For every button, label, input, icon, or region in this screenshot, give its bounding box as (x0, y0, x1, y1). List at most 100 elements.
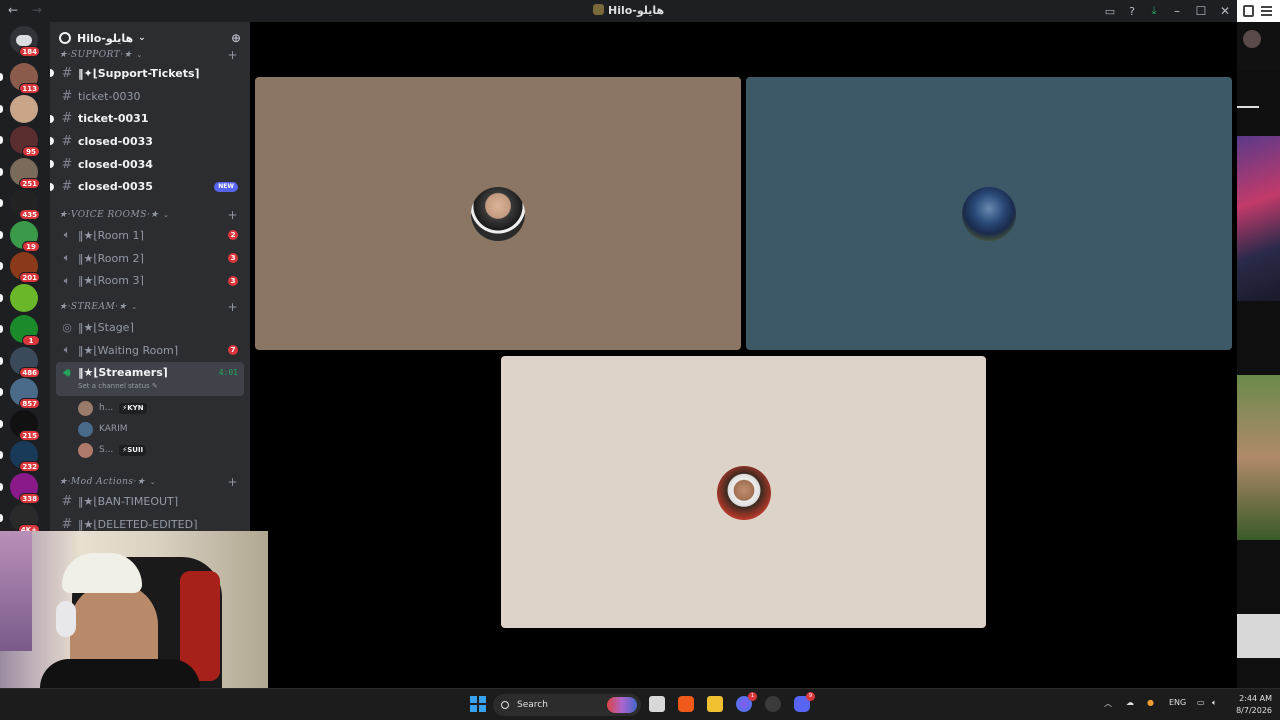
channel-stage[interactable]: ◎ ‖★⌊Stage⌉ (56, 316, 244, 339)
server-icon[interactable] (0, 283, 38, 312)
server-icon[interactable]: 857 (0, 378, 40, 409)
create-channel-icon[interactable]: + (227, 475, 238, 489)
inbox-icon[interactable]: ▭ (1099, 5, 1121, 18)
voice-user[interactable]: h... ⚡KYN (78, 398, 250, 419)
file-explorer-icon[interactable] (707, 696, 723, 712)
channel-item[interactable]: # closed-0035 NEW (50, 175, 244, 198)
category-voice[interactable]: ★·VOICE ROOMS·★ ⌄ + (50, 206, 250, 224)
voice-user[interactable]: S... ⚡SUII (78, 440, 250, 461)
system-clock[interactable]: 2:44 AM 8/7/2026 (1236, 693, 1272, 717)
create-channel-icon[interactable]: + (227, 208, 238, 222)
nav-buttons: ← → (8, 3, 52, 17)
minimize-button[interactable]: – (1165, 4, 1189, 18)
participant-avatar (717, 466, 771, 520)
channel-item[interactable]: # ticket-0030 (56, 85, 244, 108)
direct-messages-button[interactable]: 184 (10, 26, 40, 57)
mention-badge: 251 (19, 177, 40, 189)
speaker-icon: 🔈︎ (63, 251, 71, 265)
server-icon[interactable]: 486 (0, 346, 40, 378)
messenger-icon[interactable]: 1 (736, 692, 757, 712)
discord-taskbar-icon[interactable]: 9 (794, 692, 815, 712)
participant-tile[interactable] (746, 77, 1232, 350)
unread-indicator (0, 73, 3, 81)
maximize-button[interactable]: ☐ (1189, 4, 1213, 18)
channel-item[interactable]: 🔈︎ ‖★⌊Room 2⌉ 3 (56, 247, 244, 270)
channel-name: closed-0033 (78, 134, 153, 148)
category-support[interactable]: ★·SUPPORT·★ ⌄ + (50, 48, 250, 62)
unread-dot (50, 69, 54, 78)
start-button[interactable] (470, 696, 486, 712)
server-icon[interactable]: 215 (0, 409, 40, 441)
create-channel-icon[interactable]: + (227, 300, 238, 314)
channel-name: ticket-0030 (78, 89, 141, 103)
server-icon[interactable]: 113 (0, 63, 40, 94)
download-icon[interactable]: ⤓ (1143, 4, 1165, 18)
app-icon[interactable] (765, 696, 781, 712)
taskbar-search[interactable]: Search (493, 694, 641, 716)
mention-badge: 486 (19, 366, 40, 378)
channel-item[interactable]: 🔈︎ ‖★⌊Room 3⌉ 3 (56, 270, 244, 293)
participant-tile[interactable] (255, 77, 741, 350)
channel-item[interactable]: # closed-0034 (50, 153, 244, 176)
channel-item[interactable]: # closed-0033 (50, 130, 244, 153)
clan-tag: ⚡SUII (119, 444, 147, 456)
chevron-down-icon: ⌄ (149, 477, 156, 486)
participant-tile[interactable] (501, 356, 986, 628)
window-controls: ▭ ? ⤓ – ☐ ✕ (1099, 0, 1237, 22)
hashtag-icon: # (61, 88, 73, 104)
server-icon[interactable]: 1 (0, 315, 40, 346)
channel-item[interactable]: 🔈︎ ‖★⌊Room 1⌉ 2 (56, 224, 244, 247)
volume-icon[interactable]: 🔈︎ (1212, 698, 1217, 708)
create-channel-icon[interactable]: + (227, 48, 238, 62)
language-indicator[interactable]: ENG (1169, 698, 1186, 707)
webcam-overlay (0, 531, 268, 688)
channel-name: ‖★⌊Stage⌉ (78, 321, 134, 335)
channel-status-prompt[interactable]: Set a channel status ✎ (78, 382, 158, 390)
channel-item[interactable]: # ‖★⌊BAN-TIMEOUT⌉ (56, 491, 244, 514)
server-icon[interactable]: 4K+ (0, 504, 40, 535)
server-icon[interactable]: 19 (0, 220, 40, 252)
user-count-badge: 3 (228, 275, 238, 286)
voice-user[interactable]: KARIM (78, 419, 250, 440)
video-thumbnail[interactable] (1237, 136, 1280, 301)
channel-streamers[interactable]: 🔊︎ ‖★⌊Streamers⌉ 4:01 Set a channel stat… (56, 361, 244, 396)
browser-toolbar (1237, 0, 1280, 22)
server-name: Hilo-هايلو (77, 31, 134, 45)
category-label: ★·STREAM·★ (59, 302, 128, 313)
server-icon[interactable]: 232 (0, 441, 40, 472)
close-button[interactable]: ✕ (1213, 4, 1237, 18)
brave-browser-icon[interactable] (678, 696, 694, 712)
back-button[interactable]: ← (8, 3, 18, 17)
help-icon[interactable]: ? (1121, 5, 1143, 18)
channel-name: ‖★⌊Waiting Room⌉ (78, 343, 179, 357)
show-hidden-icons-icon[interactable]: ︿ (1104, 698, 1112, 709)
mention-badge: 215 (19, 429, 40, 441)
video-thumbnail[interactable] (1237, 375, 1280, 540)
server-icon[interactable]: 95 (0, 126, 40, 157)
task-view-icon[interactable] (649, 696, 665, 712)
server-icon[interactable]: 338 (0, 472, 40, 504)
server-icon[interactable]: 435 (0, 189, 40, 220)
participant-avatar (471, 187, 525, 241)
notification-badge: 9 (806, 692, 815, 701)
server-icon[interactable]: 251 (0, 157, 40, 189)
category-mod-actions[interactable]: ★·Mod Actions·★ ⌄ + (50, 473, 250, 491)
server-icon[interactable]: 201 (0, 252, 40, 283)
channel-waiting-room[interactable]: 🔈︎ ‖★⌊Waiting Room⌉ 7 (56, 339, 244, 362)
mention-badge: 1 (22, 335, 40, 346)
forward-button[interactable]: → (32, 3, 42, 17)
video-thumbnail[interactable] (1237, 614, 1280, 658)
hashtag-icon: # (61, 517, 73, 533)
mention-badge: 19 (22, 240, 40, 252)
hashtag-icon: # (61, 133, 73, 149)
server-icon[interactable] (0, 94, 38, 123)
channel-name: ‖★⌊Streamers⌉ (78, 365, 168, 379)
microphone-icon[interactable]: ● (1147, 698, 1154, 707)
channel-item[interactable]: # ticket-0031 (50, 107, 244, 130)
channel-item[interactable]: # ‖✦⌊Support-Tickets⌉ (50, 62, 244, 85)
onedrive-icon[interactable]: ☁ (1126, 698, 1134, 707)
invite-people-icon[interactable]: ⊕ (231, 31, 241, 45)
user-count-badge: 2 (228, 230, 238, 241)
network-icon[interactable]: ▭ (1197, 698, 1205, 707)
category-stream[interactable]: ★·STREAM·★ ⌄ + (50, 298, 250, 316)
